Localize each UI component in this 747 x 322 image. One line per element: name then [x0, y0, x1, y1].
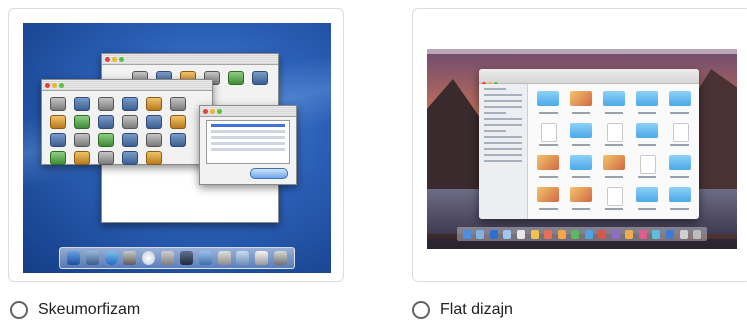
finder-window: [479, 69, 699, 219]
window-titlebar: [42, 80, 212, 91]
finder-file-grid: [533, 89, 695, 215]
system-preferences-window: [41, 79, 213, 165]
aqua-dock: [59, 247, 295, 269]
window-titlebar: [102, 54, 278, 65]
option-label: Skeumorfizam: [38, 301, 141, 318]
menu-bar: [427, 49, 737, 54]
radio-button[interactable]: [412, 301, 430, 319]
application-list-dialog: [199, 105, 297, 185]
radio-option-skeuomorphism[interactable]: Skeumorfizam: [10, 298, 140, 322]
radio-button[interactable]: [10, 301, 28, 319]
flat-dock: [457, 227, 707, 241]
preference-icon-grid: [42, 91, 212, 171]
aqua-button: [250, 168, 288, 179]
finder-sidebar: [479, 84, 528, 219]
option-card-flat-design[interactable]: [412, 8, 747, 282]
window-titlebar: [200, 106, 296, 117]
radio-option-flat-design[interactable]: Flat dizajn: [412, 298, 513, 322]
finder-toolbar: [479, 69, 699, 86]
option-card-skeuomorphism[interactable]: [8, 8, 344, 282]
application-list: [206, 120, 290, 164]
option-label: Flat dizajn: [440, 301, 513, 318]
flat-desktop-screenshot: [427, 49, 737, 249]
skeuomorphic-desktop-screenshot: [23, 23, 331, 273]
